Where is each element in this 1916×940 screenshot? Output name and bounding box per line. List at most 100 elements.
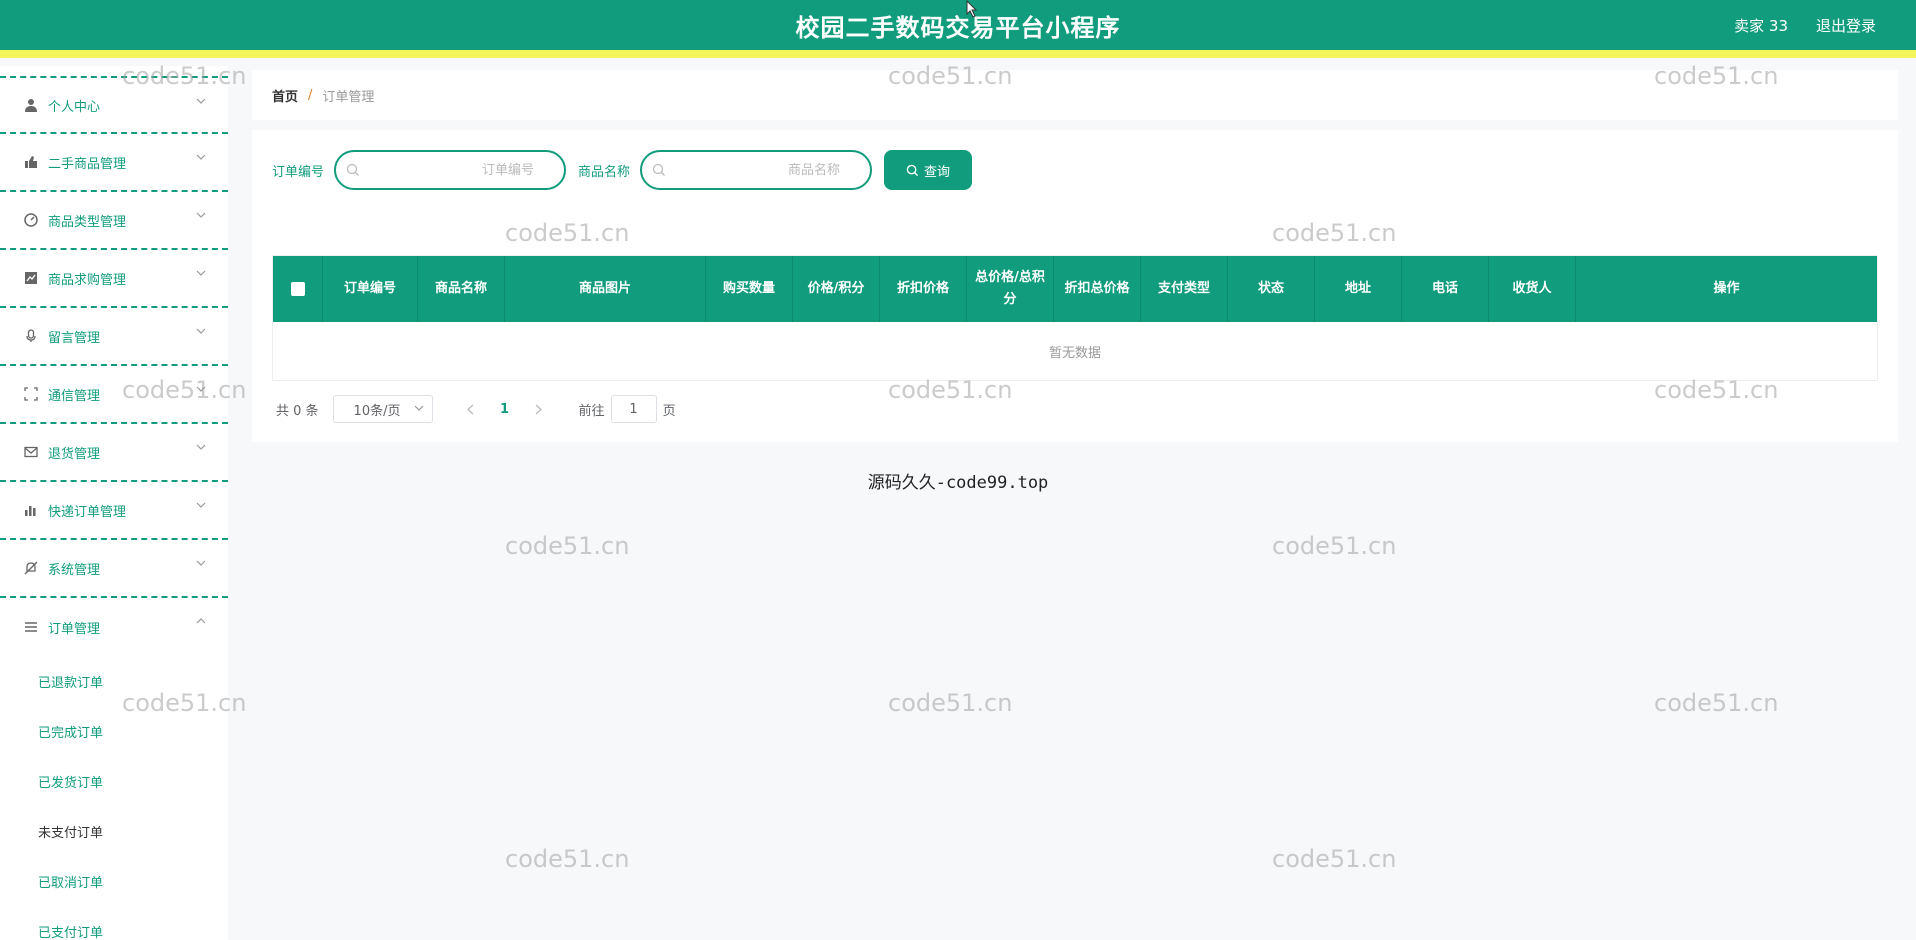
column-header[interactable]: 状态 xyxy=(1228,256,1315,322)
submenu-cancelled-orders[interactable]: 已取消订单 xyxy=(0,856,228,906)
goto-page-input[interactable] xyxy=(610,395,657,423)
breadcrumb-current: 订单管理 xyxy=(322,89,375,105)
sidebar-item-communications[interactable]: 通信管理 xyxy=(0,366,228,424)
search-button[interactable]: 查询 xyxy=(884,150,973,190)
chevron-down-icon xyxy=(196,98,206,104)
breadcrumb-separator: / xyxy=(308,87,313,103)
sidebar-item-label: 退货管理 xyxy=(48,446,101,462)
column-header[interactable]: 订单编号 xyxy=(323,256,418,322)
pagination: 共 0 条 10条/页 1 前往 页 xyxy=(276,395,676,423)
mouse-cursor-icon xyxy=(966,0,978,18)
chevron-down-icon xyxy=(196,212,206,218)
product-name-input[interactable] xyxy=(642,152,871,188)
chevron-down-icon xyxy=(414,405,423,411)
column-header[interactable]: 折扣价格 xyxy=(880,256,967,322)
sidebar-item-label: 个人中心 xyxy=(48,99,101,115)
chevron-down-icon xyxy=(196,502,206,508)
search-icon xyxy=(346,163,359,176)
search-icon xyxy=(652,163,665,176)
search-bar: 订单编号 商品名称 查询 xyxy=(272,150,973,190)
source-caption: 源码久久-code99.top xyxy=(867,473,1049,493)
total-count: 共 0 条 xyxy=(276,403,319,419)
main-content: 订单编号 商品名称 查询 订单编号 商品名称 商品图片 购买数量 价格/积分 折… xyxy=(252,130,1898,442)
watermark: code51.cn xyxy=(1272,532,1397,560)
sidebar-item-label: 留言管理 xyxy=(48,330,101,346)
chevron-down-icon xyxy=(196,270,206,276)
page-size-select[interactable]: 10条/页 xyxy=(332,395,433,423)
submenu-refunded-orders[interactable]: 已退款订单 xyxy=(0,656,228,706)
submenu-paid-orders[interactable]: 已支付订单 xyxy=(0,906,228,940)
column-header[interactable]: 购买数量 xyxy=(706,256,793,322)
chevron-up-icon xyxy=(196,618,206,624)
order-no-label: 订单编号 xyxy=(272,164,325,180)
sidebar-item-messages[interactable]: 留言管理 xyxy=(0,308,228,366)
sidebar-item-label: 商品类型管理 xyxy=(48,214,127,230)
search-button-label: 查询 xyxy=(924,163,951,179)
watermark: code51.cn xyxy=(1272,845,1397,873)
menu-icon xyxy=(22,618,40,636)
empty-state: 暂无数据 xyxy=(1048,345,1101,361)
column-header[interactable]: 支付类型 xyxy=(1141,256,1228,322)
column-header: 操作 xyxy=(1713,281,1740,296)
chevron-down-icon xyxy=(196,444,206,450)
column-header[interactable]: 价格/积分 xyxy=(793,256,880,322)
sidebar-item-label: 快递订单管理 xyxy=(48,504,127,520)
next-page-button[interactable] xyxy=(525,404,553,415)
chevron-down-icon xyxy=(196,386,206,392)
chevron-down-icon xyxy=(196,328,206,334)
logout-button[interactable]: 退出登录 xyxy=(1816,15,1876,36)
sidebar-item-product-types[interactable]: 商品类型管理 xyxy=(0,192,228,250)
product-name-label: 商品名称 xyxy=(578,164,631,180)
user-icon xyxy=(22,96,40,114)
select-all-checkbox[interactable] xyxy=(290,282,305,296)
gauge-icon xyxy=(22,211,40,229)
sidebar-item-label: 订单管理 xyxy=(48,621,101,637)
bar-chart-icon xyxy=(22,501,40,519)
page-number[interactable]: 1 xyxy=(485,402,525,417)
column-header[interactable]: 商品图片 xyxy=(505,256,706,322)
sidebar-item-orders[interactable]: 订单管理 xyxy=(0,598,228,656)
chart-icon xyxy=(22,269,40,287)
sidebar: 个人中心 二手商品管理 商品类型管理 商品求购管理 留言管理 通信管理 退货管理… xyxy=(0,66,228,940)
column-header[interactable]: 收货人 xyxy=(1489,256,1576,322)
chevron-left-icon xyxy=(467,404,474,414)
column-header[interactable]: 地址 xyxy=(1315,256,1402,322)
order-no-input[interactable] xyxy=(336,152,565,188)
page-size-value: 10条/页 xyxy=(353,403,401,419)
column-header[interactable]: 电话 xyxy=(1402,256,1489,322)
chevron-right-icon xyxy=(535,404,543,414)
app-title: 校园二手数码交易平台小程序 xyxy=(795,14,1121,42)
sidebar-item-label: 通信管理 xyxy=(48,388,101,404)
order-no-field xyxy=(334,150,567,190)
sidebar-item-purchase-requests[interactable]: 商品求购管理 xyxy=(0,250,228,308)
submenu-unpaid-orders[interactable]: 未支付订单 xyxy=(0,806,228,856)
table-header: 订单编号 商品名称 商品图片 购买数量 价格/积分 折扣价格 总价格/总积分 折… xyxy=(273,256,1877,322)
bell-off-icon xyxy=(22,559,40,577)
submenu-completed-orders[interactable]: 已完成订单 xyxy=(0,706,228,756)
watermark: code51.cn xyxy=(505,532,630,560)
column-header[interactable]: 折扣总价格 xyxy=(1054,256,1141,322)
breadcrumb: 首页 / 订单管理 xyxy=(252,70,1898,120)
watermark: code51.cn xyxy=(1654,689,1779,717)
submenu-shipped-orders[interactable]: 已发货订单 xyxy=(0,756,228,806)
prev-page-button[interactable] xyxy=(457,404,485,415)
watermark: code51.cn xyxy=(888,689,1013,717)
column-header[interactable]: 总价格/总积分 xyxy=(967,256,1054,322)
fullscreen-icon xyxy=(22,385,40,403)
breadcrumb-home[interactable]: 首页 xyxy=(272,86,298,105)
sidebar-item-personal-center[interactable]: 个人中心 xyxy=(0,76,228,134)
chevron-down-icon xyxy=(196,560,206,566)
search-icon xyxy=(906,164,919,177)
sidebar-item-label: 商品求购管理 xyxy=(48,272,127,288)
top-header: 校园二手数码交易平台小程序 卖家 33 退出登录 xyxy=(0,0,1916,58)
goto-suffix: 页 xyxy=(662,403,676,419)
sidebar-item-secondhand-products[interactable]: 二手商品管理 xyxy=(0,134,228,192)
mail-icon xyxy=(22,443,40,461)
chevron-down-icon xyxy=(196,154,206,160)
goto-label: 前往 xyxy=(578,403,605,419)
sidebar-item-label: 二手商品管理 xyxy=(48,156,127,172)
sidebar-item-system[interactable]: 系统管理 xyxy=(0,540,228,598)
thumb-icon xyxy=(22,153,40,171)
watermark: code51.cn xyxy=(505,845,630,873)
column-header[interactable]: 商品名称 xyxy=(418,256,505,322)
